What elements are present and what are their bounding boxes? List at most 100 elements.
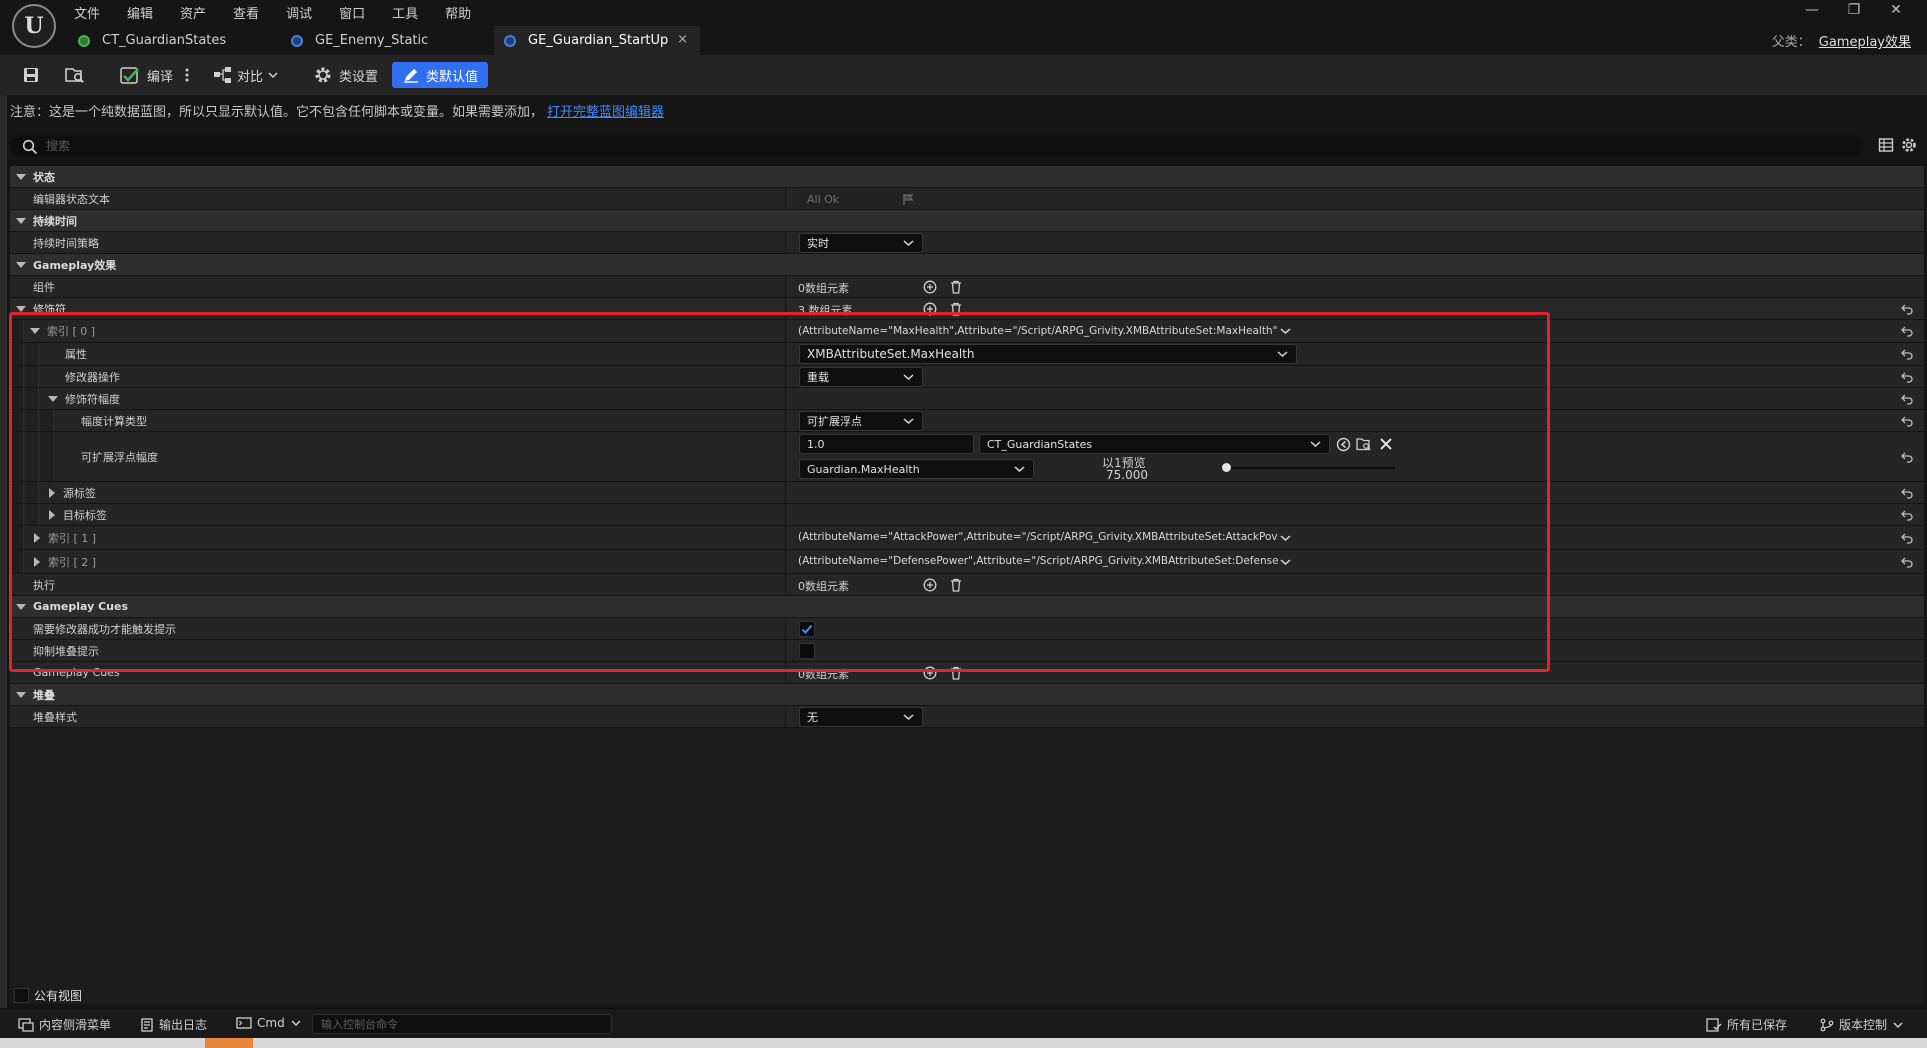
close-tab-icon[interactable]: × [677,32,688,47]
source-tags[interactable]: 源标签 [10,482,1924,504]
chevron-down-icon [1277,351,1288,358]
all-saved-button[interactable]: 所有已保存 [1706,1016,1787,1033]
diff-button[interactable]: 对比 [213,62,278,88]
category-label: Gameplay效果 [33,258,117,272]
class-settings-button[interactable]: 类设置 [313,62,378,88]
trash-icon[interactable] [950,302,962,316]
modifier-index-2[interactable]: 索引 [ 2 ] (AttributeName="DefensePower",A… [10,550,1924,574]
minimize-button[interactable]: — [1791,2,1833,18]
menu-asset[interactable]: 资产 [180,3,206,22]
target-tags[interactable]: 目标标签 [10,504,1924,526]
reset-arrow-icon[interactable] [1900,508,1914,522]
compile-button[interactable]: 编译 [120,62,173,88]
suppress-stacking-checkbox[interactable] [799,643,815,659]
menu-help[interactable]: 帮助 [445,3,471,22]
prop-label: 幅度计算类型 [81,414,147,428]
category-stacking[interactable]: 堆叠 [10,684,1924,706]
add-element-icon[interactable] [923,302,937,316]
content-drawer-icon [18,1017,34,1032]
category-state[interactable]: 状态 [10,166,1924,188]
close-window-button[interactable]: ✕ [1875,2,1917,18]
menu-window[interactable]: 窗口 [339,3,365,22]
content-drawer-button[interactable]: 内容侧滑菜单 [18,1016,111,1033]
category-gameplay-cues[interactable]: Gameplay Cues [10,596,1924,618]
modifier-index-1[interactable]: 索引 [ 1 ] (AttributeName="AttackPower",At… [10,526,1924,550]
table-view-icon[interactable] [1878,137,1894,153]
require-success-checkbox[interactable] [799,621,815,637]
preview-slider-track[interactable] [1225,467,1395,469]
browse-folder-icon[interactable] [1356,437,1372,452]
prop-label: 编辑器状态文本 [33,192,110,206]
save-button[interactable] [22,62,40,88]
restore-button[interactable]: ❐ [1833,2,1875,18]
console-command-input[interactable] [312,1014,612,1034]
settings-gear-icon[interactable] [1900,136,1918,154]
browse-button[interactable] [64,62,86,88]
reset-arrow-icon[interactable] [1900,486,1914,500]
reset-arrow-icon[interactable] [1900,302,1914,316]
reset-arrow-icon[interactable] [1900,531,1914,545]
category-gameplay-effect[interactable]: Gameplay效果 [10,254,1924,276]
trash-icon[interactable] [950,578,962,592]
console-icon [236,1017,252,1029]
dropdown-value: 可扩展浮点 [807,415,862,428]
chevron-down-icon[interactable] [1280,327,1291,336]
menu-file[interactable]: 文件 [74,3,100,22]
menu-tools[interactable]: 工具 [392,3,418,22]
preview-slider-handle[interactable] [1222,463,1231,472]
add-element-icon[interactable] [923,666,937,680]
tab-ge-enemy-static[interactable]: GE_Enemy_Static [281,26,489,55]
compile-options-button[interactable] [184,62,190,88]
category-duration[interactable]: 持续时间 [10,210,1924,232]
calc-type-dropdown[interactable]: 可扩展浮点 [799,411,923,431]
trash-icon[interactable] [950,666,962,680]
reset-arrow-icon[interactable] [1900,414,1914,428]
menu-debug[interactable]: 调试 [286,3,312,22]
details-panel: 状态 编辑器状态文本 All Ok 持续时间 持续时间策略 实时 Gamepla… [10,166,1924,1004]
parent-class-link[interactable]: Gameplay效果 [1819,35,1911,50]
add-element-icon[interactable] [923,280,937,294]
reset-arrow-icon[interactable] [1900,555,1914,569]
clear-icon[interactable] [1379,437,1393,451]
output-log-label: 输出日志 [159,1018,208,1032]
reset-arrow-icon[interactable] [1900,370,1914,384]
public-view-checkbox[interactable] [14,988,29,1003]
taskbar-active-app[interactable] [205,1038,253,1048]
public-view-toggle[interactable]: 公有视图 [14,987,82,1004]
category-label: Gameplay Cues [33,600,129,613]
prop-label: 组件 [33,280,55,294]
unreal-logo-icon[interactable]: U [12,4,56,48]
chevron-down-icon[interactable] [1280,558,1291,567]
cmd-dropdown[interactable]: Cmd [236,1016,306,1030]
source-control-button[interactable]: 版本控制 [1820,1016,1908,1033]
output-log-button[interactable]: 输出日志 [140,1016,207,1033]
chevron-down-icon[interactable] [1280,534,1291,543]
tab-ct-guardianstates[interactable]: CT_GuardianStates [68,26,273,55]
add-element-icon[interactable] [923,578,937,592]
modifier-op-dropdown[interactable]: 重载 [799,367,923,387]
prop-suppress-stacking-cues: 抑制堆叠提示 [10,640,1924,662]
attribute-dropdown[interactable]: XMBAttributeSet.MaxHealth [799,344,1297,364]
class-defaults-button[interactable]: 类默认值 [392,62,489,88]
modifier-index-0[interactable]: 索引 [ 0 ] (AttributeName="MaxHealth",Attr… [10,320,1924,343]
trash-icon[interactable] [950,280,962,294]
reset-arrow-icon[interactable] [1900,450,1914,464]
reset-arrow-icon[interactable] [1900,324,1914,338]
collapsed-arrow-icon [49,509,55,520]
stacking-type-dropdown[interactable]: 无 [799,707,923,727]
menu-view[interactable]: 查看 [233,3,259,22]
use-selected-icon[interactable] [1336,437,1351,452]
parent-class-label: 父类： [1771,35,1811,50]
search-input[interactable] [46,137,1746,155]
curve-table-dropdown[interactable]: CT_GuardianStates [979,434,1330,454]
duration-policy-dropdown[interactable]: 实时 [799,233,923,253]
reset-arrow-icon[interactable] [1900,392,1914,406]
reset-arrow-icon[interactable] [1900,347,1914,361]
scalable-value-input[interactable]: 1.0 [799,434,974,454]
tab-ge-guardian-startup[interactable]: GE_Guardian_StartUp × [494,26,700,55]
menu-edit[interactable]: 编辑 [127,3,153,22]
modifier-magnitude[interactable]: 修饰符幅度 [10,388,1924,410]
open-full-editor-link[interactable]: 打开完整蓝图编辑器 [547,105,664,120]
prop-modifiers[interactable]: 修饰符 3 数组元素 [10,298,1924,320]
curve-row-dropdown[interactable]: Guardian.MaxHealth [799,459,1034,479]
